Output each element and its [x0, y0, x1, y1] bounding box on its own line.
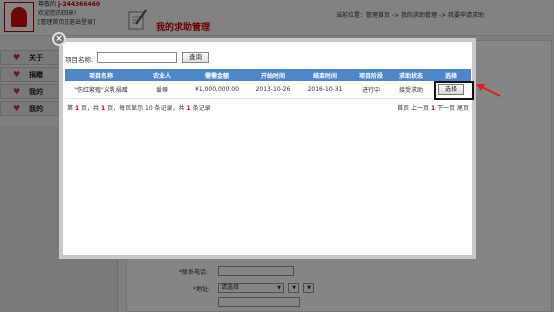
col-header-start: 开始时间 — [247, 69, 299, 81]
query-button[interactable]: 查询 — [182, 52, 209, 63]
total-records: 1 — [186, 105, 191, 112]
cell-amount: ¥1,000,000.00 — [187, 81, 247, 99]
cell-project-name: "伤红繁殖"义乳捐赠 — [65, 81, 137, 99]
col-header-end: 结束时间 — [299, 69, 351, 81]
current-page-number: 1 — [74, 105, 80, 112]
highlight-box — [434, 81, 474, 100]
pager-current: 1 — [430, 105, 436, 112]
prev-page-link[interactable]: 上一页 — [411, 105, 429, 112]
close-icon[interactable]: × — [52, 32, 66, 46]
search-label: 项目名称: — [65, 56, 94, 64]
project-table: 项目名称 农业人 需需金额 开始时间 结束时间 项目阶段 求助状态 选择 "伤红… — [65, 69, 471, 99]
col-header-amount: 需需金额 — [187, 69, 247, 81]
last-page-link[interactable]: 尾页 — [457, 105, 469, 112]
project-name-input[interactable] — [97, 52, 177, 63]
col-header-farmer: 农业人 — [137, 69, 187, 81]
col-header-status: 求助状态 — [391, 69, 431, 81]
table-header-row: 项目名称 农业人 需需金额 开始时间 结束时间 项目阶段 求助状态 选择 — [65, 69, 471, 81]
cell-status: 接受求助 — [391, 81, 431, 99]
cell-farmer: 爱蒂 — [137, 81, 187, 99]
next-page-link[interactable]: 下一页 — [437, 105, 455, 112]
pagination: 第 1 页，共 1 页，每页显示 10 条记录，共 1 条记录 首页 上一页 1… — [67, 103, 469, 112]
pager-links: 首页 上一页 1 下一页 尾页 — [397, 103, 469, 112]
col-header-stage: 项目阶段 — [351, 69, 391, 81]
total-pages: 1 — [100, 105, 106, 112]
red-arrow-icon — [476, 84, 501, 97]
col-header-select: 选择 — [431, 69, 471, 81]
cell-start-date: 2013-10-26 — [247, 81, 299, 99]
first-page-link[interactable]: 首页 — [397, 105, 409, 112]
cell-end-date: 2016-10-31 — [299, 81, 351, 99]
table-row: "伤红繁殖"义乳捐赠 爱蒂 ¥1,000,000.00 2013-10-26 2… — [65, 81, 471, 99]
cell-stage: 进行中 — [351, 81, 391, 99]
col-header-name: 项目名称 — [65, 69, 137, 81]
project-select-dialog: 项目名称: 查询 项目名称 农业人 需需金额 开始时间 结束时间 项目阶段 求助… — [59, 38, 476, 259]
